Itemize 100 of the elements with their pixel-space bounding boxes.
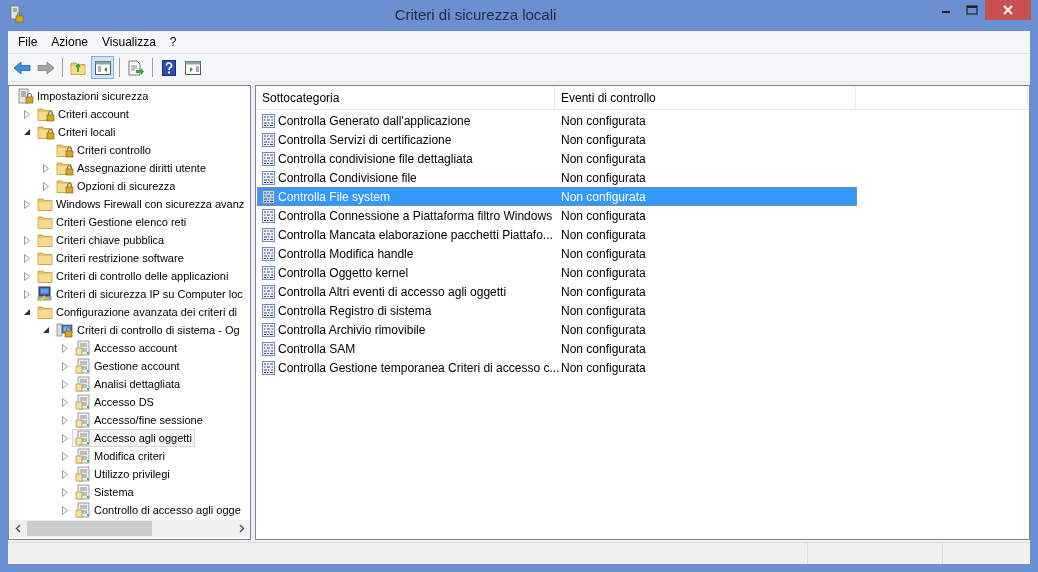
menu-item[interactable]: File [11, 33, 45, 51]
tree-item[interactable]: Utilizzo privilegi [72, 465, 173, 483]
expanded-arrow-icon[interactable] [24, 129, 30, 135]
tree-item[interactable]: Criteri Gestione elenco reti [34, 213, 190, 231]
column-header[interactable]: Sottocategoria [256, 86, 555, 109]
table-cell: Controlla Modifica handle [278, 246, 414, 261]
tree-item-label: Accesso DS [94, 396, 154, 408]
tree-item[interactable]: Analisi dettagliata [72, 375, 184, 393]
table-cell: Controlla Condivisione file [278, 170, 417, 185]
table-cell: Non configurata [561, 151, 646, 166]
binary-document-icon [262, 151, 275, 166]
collapsed-arrow-icon[interactable] [43, 163, 49, 173]
scrollbar-thumb[interactable] [27, 521, 152, 536]
pane-button[interactable] [91, 56, 114, 79]
collapsed-arrow-icon[interactable] [62, 361, 68, 371]
collapsed-arrow-icon[interactable] [43, 181, 49, 191]
collapsed-arrow-icon[interactable] [62, 505, 68, 515]
collapsed-arrow-icon[interactable] [62, 469, 68, 479]
folder-icon [37, 232, 53, 248]
tree-item[interactable]: Criteri account [34, 105, 132, 123]
collapsed-arrow-icon[interactable] [62, 343, 68, 353]
tree-item[interactable]: Impostazioni sicurezza [15, 87, 152, 105]
close-icon [1003, 5, 1013, 15]
collapsed-arrow-icon[interactable] [62, 433, 68, 443]
folder-icon [37, 268, 53, 284]
tree-item[interactable]: Gestione account [72, 357, 183, 375]
server-icon [75, 448, 91, 464]
table-row[interactable]: Controlla Mancata elaborazione pacchetti Piattafo... Non configurata [257, 225, 857, 244]
tree-item-label: Criteri Gestione elenco reti [56, 216, 187, 228]
column-header[interactable]: Eventi di controllo [555, 86, 856, 109]
collapsed-arrow-icon[interactable] [24, 109, 30, 119]
tree-item[interactable]: Criteri locali [34, 123, 119, 141]
tree-item[interactable]: Accesso agli oggetti [72, 429, 195, 447]
tree-item[interactable]: Assegnazione diritti utente [53, 159, 210, 177]
collapsed-arrow-icon[interactable] [62, 379, 68, 389]
locked-folder-icon [37, 124, 55, 140]
tree-item[interactable]: Configurazione avanzata dei criteri di [34, 303, 240, 321]
tree-item[interactable]: Criteri controllo [53, 141, 154, 159]
table-cell: Controlla Servizi di certificazione [278, 132, 452, 147]
tree-item[interactable]: Accesso/fine sessione [72, 411, 206, 429]
collapsed-arrow-icon[interactable] [24, 289, 30, 299]
table-row[interactable]: Controlla SAM Non configurata [257, 339, 857, 358]
tree-item-label: Controllo di accesso agli ogge [94, 504, 241, 516]
expanded-arrow-icon[interactable] [43, 327, 49, 333]
tree-item[interactable]: Criteri di controllo di sistema - Og [53, 321, 243, 339]
expanded-arrow-icon[interactable] [24, 309, 30, 315]
table-row[interactable]: Controlla Gestione temporanea Criteri di accesso c...Non configurata [257, 358, 857, 377]
table-row[interactable]: Controlla Altri eventi di accesso agli oggetti Non configurata [257, 282, 857, 301]
collapsed-arrow-icon[interactable] [62, 487, 68, 497]
locked-folder-icon [56, 160, 74, 176]
collapsed-arrow-icon[interactable] [24, 199, 30, 209]
tree-item-label: Configurazione avanzata dei criteri di [56, 306, 237, 318]
tree-item-label: Criteri restrizione software [56, 252, 184, 264]
horizontal-scrollbar[interactable] [9, 520, 250, 537]
collapsed-arrow-icon[interactable] [62, 415, 68, 425]
locked-folder-icon [37, 106, 55, 122]
table-row[interactable]: Controlla Oggetto kernel Non configurata [257, 263, 857, 282]
tree-item[interactable]: Accesso DS [72, 393, 157, 411]
tree-item[interactable]: Windows Firewall con sicurezza avanz [34, 195, 248, 213]
binary-document-icon [262, 341, 275, 356]
tree-item-label: Opzioni di sicurezza [77, 180, 176, 192]
table-row[interactable]: Controlla Generato dall'applicazione Non configurata [257, 111, 857, 130]
collapsed-arrow-icon[interactable] [24, 253, 30, 263]
tree-item[interactable]: Criteri chiave pubblica [34, 231, 168, 249]
tree-item[interactable]: Modifica criteri [72, 447, 168, 465]
tree-item[interactable]: Accesso account [72, 339, 181, 357]
table-cell: Controlla condivisione file dettagliata [278, 151, 473, 166]
table-cell: Non configurata [561, 341, 646, 356]
table-cell: Non configurata [561, 360, 646, 375]
table-row[interactable]: Controlla condivisione file dettagliata Non configurata [257, 149, 857, 168]
server-icon [75, 376, 91, 392]
tree-item[interactable]: Criteri di controllo delle applicazioni [34, 267, 232, 285]
table-row[interactable]: Controlla Condivisione file Non configurata [257, 168, 857, 187]
tree-item[interactable]: Sistema [72, 483, 137, 501]
computer-key-icon [37, 286, 53, 302]
tree-item[interactable]: Criteri di sicurezza IP su Computer loc [34, 285, 246, 303]
table-cell: Non configurata [561, 322, 646, 337]
forward-arrow-icon [36, 59, 55, 76]
left-chevron-icon [14, 524, 21, 533]
menu-item[interactable]: Visualizza [95, 33, 163, 51]
tree-item-label: Impostazioni sicurezza [37, 90, 149, 102]
table-row[interactable]: Controlla Connessione a Piattaforma filtro Windows Non configurata [257, 206, 857, 225]
table-row[interactable]: Controlla Servizi di certificazione Non configurata [257, 130, 857, 149]
collapsed-arrow-icon[interactable] [62, 451, 68, 461]
folder-icon [37, 214, 53, 230]
tree-item[interactable]: Criteri restrizione software [34, 249, 187, 267]
tree-item-label: Modifica criteri [94, 450, 165, 462]
menu-item[interactable]: ? [162, 33, 184, 51]
collapsed-arrow-icon[interactable] [62, 397, 68, 407]
table-row[interactable]: Controlla Modifica handle Non configurata [257, 244, 857, 263]
binary-document-icon [262, 208, 275, 223]
menu-item[interactable]: Azione [44, 33, 96, 51]
collapsed-arrow-icon[interactable] [24, 271, 30, 281]
tree-item[interactable]: Controllo di accesso agli ogge [72, 501, 244, 519]
close-button[interactable] [985, 0, 1031, 20]
tree-item[interactable]: Opzioni di sicurezza [53, 177, 179, 195]
table-row[interactable]: Controlla Archivio rimovibile Non configurata [257, 320, 857, 339]
collapsed-arrow-icon[interactable] [24, 235, 30, 245]
binary-document-icon [262, 170, 275, 185]
table-row[interactable]: Controlla Registro di sistema Non configurata [257, 301, 857, 320]
